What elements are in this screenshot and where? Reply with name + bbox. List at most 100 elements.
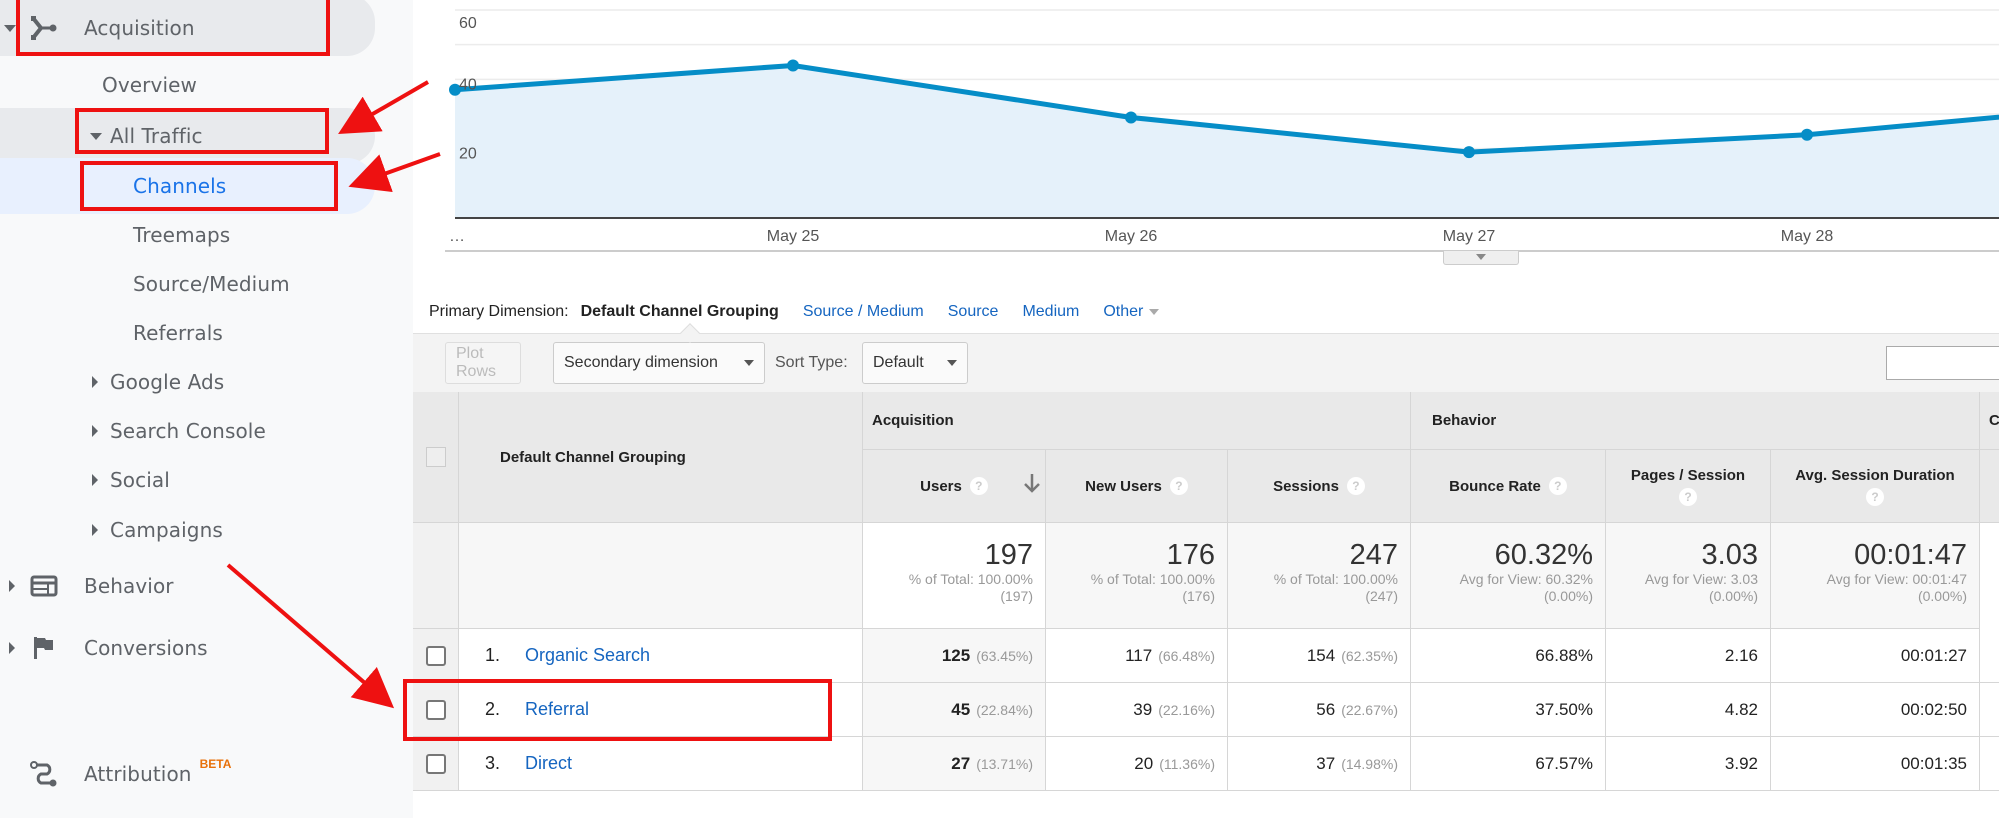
nav-search-console[interactable]: Search Console [92, 406, 266, 456]
chart-point[interactable] [1125, 111, 1137, 124]
channel-link[interactable]: Organic Search [525, 645, 650, 666]
row-value: 66.88% [1535, 645, 1593, 665]
row-checkbox[interactable] [425, 699, 446, 720]
chart-point[interactable] [1801, 128, 1813, 141]
row-percent: (11.36%) [1159, 755, 1215, 772]
sort-descending-icon[interactable] [1023, 472, 1041, 499]
chart-x-tick-label: May 27 [1443, 228, 1496, 245]
sort-type-value: Default [873, 354, 924, 371]
column-header-pages-session[interactable]: Pages / Session ? [1606, 450, 1771, 523]
row-pages-session-cell: 3.92 [1606, 737, 1771, 791]
row-users-cell: 125 (63.45%) [863, 629, 1046, 683]
total-value: 3.03 [1701, 539, 1758, 571]
help-icon[interactable]: ? [1679, 487, 1697, 506]
flag-icon [32, 635, 56, 661]
nav-referrals-label: Referrals [133, 321, 223, 345]
dimension-link-source[interactable]: Source [948, 303, 999, 321]
group-header-acquisition: Acquisition [863, 392, 1411, 450]
nav-all-traffic[interactable]: All Traffic [90, 111, 203, 161]
nav-behavior[interactable]: Behavior [0, 561, 375, 611]
dimension-link-source-medium[interactable]: Source / Medium [803, 303, 924, 321]
chart-y-tick-label: 60 [459, 15, 477, 32]
nav-behavior-label: Behavior [84, 574, 174, 598]
column-header-sessions[interactable]: Sessions ? [1228, 450, 1411, 523]
nav-campaigns[interactable]: Campaigns [92, 505, 223, 555]
help-icon[interactable]: ? [1866, 487, 1884, 506]
row-avg-duration-cell: 00:01:35 [1771, 737, 1980, 791]
channel-link[interactable]: Referral [525, 699, 589, 720]
dimension-other-dropdown[interactable]: Other [1103, 303, 1160, 321]
row-checkbox[interactable] [425, 645, 446, 666]
nav-attribution[interactable]: Attribution BETA [0, 749, 375, 799]
chart-collapse-handle[interactable] [1443, 251, 1519, 265]
row-checkbox[interactable] [425, 753, 446, 774]
caret-right-icon [92, 425, 98, 437]
nav-attribution-label: Attribution [84, 762, 192, 786]
help-icon[interactable]: ? [1346, 477, 1365, 495]
group-behavior-label: Behavior [1432, 412, 1497, 429]
row-partial-cell [1980, 683, 1999, 737]
row-value: 00:01:27 [1900, 645, 1967, 665]
column-header-bounce-rate[interactable]: Bounce Rate ? [1411, 450, 1606, 523]
total-value: 247 [1349, 539, 1398, 571]
nav-overview-label: Overview [102, 73, 197, 97]
total-value: 197 [984, 539, 1033, 571]
chart-point[interactable] [787, 59, 799, 72]
nav-overview[interactable]: Overview [102, 60, 197, 110]
nav-channels[interactable]: Channels [133, 161, 226, 211]
row-new-users-cell: 117 (66.48%) [1046, 629, 1228, 683]
secondary-dimension-dropdown[interactable]: Secondary dimension [553, 342, 765, 384]
chart-area-fill [455, 65, 1999, 218]
column-header-new-users[interactable]: New Users ? [1046, 450, 1228, 523]
nav-referrals[interactable]: Referrals [133, 308, 223, 358]
help-icon[interactable]: ? [1169, 477, 1188, 495]
row-value: 45 [951, 699, 971, 719]
caret-down-icon [744, 360, 754, 366]
dimension-link-medium[interactable]: Medium [1022, 303, 1079, 321]
row-bounce-rate-cell: 66.88% [1411, 629, 1606, 683]
row-pages-session-cell: 2.16 [1606, 629, 1771, 683]
column-header-partial [1980, 450, 1999, 523]
column-header-avg-session-duration[interactable]: Avg. Session Duration ? [1771, 450, 1980, 523]
behavior-icon [30, 575, 58, 597]
row-value: 20 [1134, 753, 1154, 773]
nav-google-ads[interactable]: Google Ads [92, 357, 224, 407]
row-partial-cell [1980, 629, 1999, 683]
sort-type-dropdown[interactable]: Default [862, 342, 968, 384]
row-users-cell: 27 (13.71%) [863, 737, 1046, 791]
primary-dimension-current[interactable]: Default Channel Grouping [581, 303, 779, 321]
chart-point[interactable] [1463, 146, 1475, 159]
table-search-input[interactable] [1886, 346, 1999, 380]
row-partial-cell [1980, 737, 1999, 791]
total-subtext: Avg for View: 3.03 [1644, 571, 1758, 587]
group-acquisition-label: Acquisition [872, 412, 954, 429]
chart-x-tick-label: … [449, 228, 465, 245]
row-percent: (22.84%) [976, 701, 1033, 718]
row-value: 56 [1316, 699, 1336, 719]
row-sessions-cell: 154 (62.35%) [1228, 629, 1411, 683]
total-value: 60.32% [1494, 539, 1593, 571]
plot-rows-label: Plot Rows [456, 345, 497, 380]
total-subtext: Avg for View: 60.32% [1459, 571, 1593, 587]
channel-link[interactable]: Direct [525, 753, 572, 774]
chart-x-ticks: … May 25 May 26 May 27 May 28 [449, 228, 1833, 245]
column-header-users[interactable]: Users ? [863, 450, 1046, 523]
row-sessions-cell: 37 (14.98%) [1228, 737, 1411, 791]
nav-acquisition[interactable]: Acquisition [0, 3, 375, 53]
row-value: 125 [941, 645, 971, 665]
caret-down-icon [4, 25, 16, 32]
nav-treemaps[interactable]: Treemaps [133, 210, 230, 260]
help-icon[interactable]: ? [969, 477, 988, 495]
plot-rows-button[interactable]: Plot Rows [445, 342, 521, 384]
row-value: 4.82 [1724, 699, 1758, 719]
caret-right-icon [92, 524, 98, 536]
total-subtext: % of Total: 100.00% [1273, 571, 1398, 587]
nav-social[interactable]: Social [92, 455, 170, 505]
help-icon[interactable]: ? [1548, 477, 1567, 495]
dimension-header[interactable]: Default Channel Grouping [459, 392, 863, 523]
select-all-checkbox[interactable] [425, 447, 446, 467]
nav-source-medium[interactable]: Source/Medium [133, 259, 290, 309]
chart-y-tick-label: 40 [459, 76, 477, 93]
nav-conversions[interactable]: Conversions [0, 623, 375, 673]
pages-session-header-label: Pages / Session [1630, 466, 1746, 484]
